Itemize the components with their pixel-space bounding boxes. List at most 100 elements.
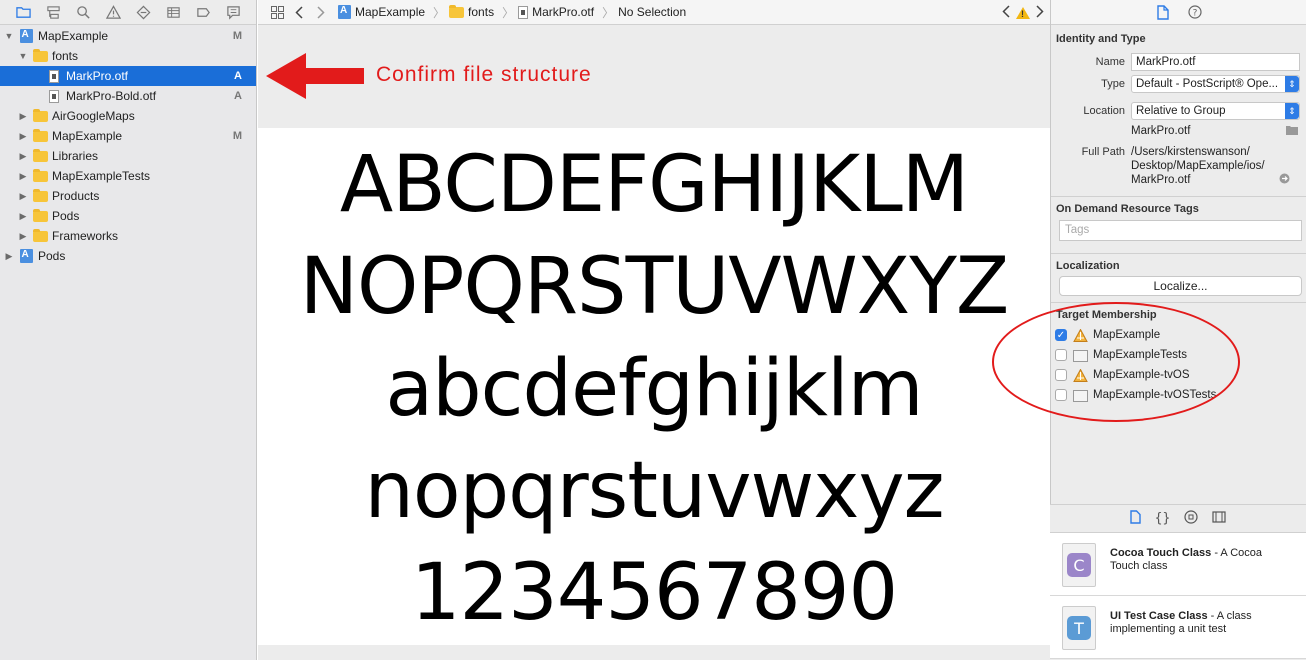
- project-icon: [18, 249, 34, 263]
- tree-row[interactable]: ▶ Pods: [0, 246, 256, 266]
- target-label: MapExample: [1093, 329, 1161, 341]
- file-inspector-icon[interactable]: [1155, 4, 1171, 20]
- chevron-right-icon[interactable]: [1036, 4, 1044, 21]
- tree-row[interactable]: ▶ Pods: [0, 206, 256, 226]
- related-items-icon[interactable]: [266, 5, 288, 19]
- target-list: ✓ MapExample MapExampleTests MapExample-tvO…: [1051, 325, 1306, 405]
- crumb-project[interactable]: MapExample: [338, 5, 425, 19]
- reveal-arrow-icon[interactable]: [1279, 173, 1290, 188]
- breakpoint-icon[interactable]: [188, 1, 218, 23]
- disclosure-closed-icon[interactable]: ▶: [18, 131, 28, 141]
- crumb-selection[interactable]: No Selection: [618, 5, 686, 19]
- name-label: Name: [1095, 56, 1125, 68]
- hierarchy-icon[interactable]: [38, 1, 68, 23]
- tree-row[interactable]: MarkPro-Bold.otf A: [0, 86, 256, 106]
- file-icon: [46, 69, 62, 83]
- red-arrow-icon: [266, 53, 364, 99]
- folder-icon[interactable]: [8, 1, 38, 23]
- app-target-icon: [1073, 367, 1088, 382]
- file-template-icon[interactable]: [1129, 510, 1141, 527]
- disclosure-closed-icon[interactable]: ▶: [18, 211, 28, 221]
- chevron-left-icon[interactable]: [1002, 4, 1010, 21]
- disclosure-closed-icon[interactable]: ▶: [18, 111, 28, 121]
- tree-row-label: MarkPro-Bold.otf: [66, 89, 157, 103]
- tree-row-label: Libraries: [52, 149, 99, 163]
- crumb-separator: 〉: [602, 5, 615, 20]
- preview-lowercase-2: nopqrstuvwxyz: [364, 446, 944, 536]
- tree-row[interactable]: ▶ AirGoogleMaps: [0, 106, 256, 126]
- template-letter: C: [1067, 553, 1091, 577]
- disclosure-closed-icon[interactable]: ▶: [4, 251, 14, 261]
- tree-row-label: MapExample: [52, 129, 123, 143]
- report-icon[interactable]: [218, 1, 248, 23]
- disclosure-open-icon[interactable]: ▼: [4, 31, 14, 41]
- target-checkbox[interactable]: [1055, 389, 1067, 401]
- target-checkbox[interactable]: [1055, 349, 1067, 361]
- library-item[interactable]: C Cocoa Touch Class - A Cocoa Touch class: [1050, 533, 1306, 596]
- library-item-description: UI Test Case Class - A class implementin…: [1110, 606, 1280, 636]
- preview-uppercase-1: ABCDEFGHIJKLM: [339, 140, 969, 230]
- location-popup[interactable]: Relative to Group ⇕: [1131, 102, 1300, 120]
- help-icon[interactable]: ?: [1187, 4, 1203, 20]
- tree-row[interactable]: MarkPro.otf A: [0, 66, 256, 86]
- tree-row[interactable]: ▶ Products: [0, 186, 256, 206]
- code-snippet-icon[interactable]: {}: [1155, 511, 1171, 526]
- target-row: MapExample-tvOSTests: [1051, 385, 1306, 405]
- disclosure-closed-icon[interactable]: ▶: [18, 231, 28, 241]
- folder-icon: [32, 148, 48, 163]
- editor-area: MapExample 〉 fonts 〉 MarkPro.otf 〉 No Se…: [258, 0, 1050, 660]
- location-file: MarkPro.otf: [1131, 125, 1191, 137]
- file-icon: [46, 89, 62, 103]
- tree-row[interactable]: ▶ MapExample M: [0, 126, 256, 146]
- disclosure-closed-icon[interactable]: ▶: [18, 171, 28, 181]
- tree-row[interactable]: ▼ MapExample M: [0, 26, 256, 46]
- crumb-folder[interactable]: fonts: [449, 4, 494, 19]
- preview-uppercase-2: NOPQRSTUVWXYZ: [299, 242, 1010, 332]
- folder-icon[interactable]: [1286, 124, 1298, 138]
- target-checkbox[interactable]: ✓: [1055, 329, 1067, 341]
- template-file-icon: T: [1062, 606, 1096, 650]
- localize-button[interactable]: Localize...: [1059, 276, 1302, 296]
- type-popup[interactable]: Default - PostScript® Ope... ⇕: [1131, 75, 1300, 93]
- back-button[interactable]: [288, 5, 310, 19]
- svg-text:?: ?: [1192, 9, 1197, 19]
- localization-header: Localization: [1056, 260, 1120, 272]
- type-row: Type Default - PostScript® Ope... ⇕: [1051, 73, 1306, 95]
- library-tabs: {}: [1050, 505, 1306, 533]
- tree-row-label: Pods: [38, 249, 66, 263]
- warning-icon[interactable]: [98, 1, 128, 23]
- warning-icon[interactable]: !: [1016, 6, 1030, 19]
- folder-icon: [32, 108, 48, 123]
- tree-row[interactable]: ▶ Frameworks: [0, 226, 256, 246]
- library-item[interactable]: T UI Test Case Class - A class implementi…: [1050, 596, 1306, 659]
- folder-icon: [32, 48, 48, 63]
- tree-row[interactable]: ▶ MapExampleTests: [0, 166, 256, 186]
- jump-bar: MapExample 〉 fonts 〉 MarkPro.otf 〉 No Se…: [258, 0, 1050, 25]
- chevron-updown-icon: ⇕: [1285, 103, 1299, 119]
- disclosure-closed-icon[interactable]: ▶: [18, 191, 28, 201]
- test-icon[interactable]: [128, 1, 158, 23]
- tree-row[interactable]: ▶ Libraries: [0, 146, 256, 166]
- name-field[interactable]: MarkPro.otf: [1131, 53, 1300, 71]
- fullpath-row: Full Path /Users/kirstenswanson/ Desktop…: [1051, 145, 1306, 187]
- inspector-tabs: ?: [1051, 0, 1306, 25]
- tags-input[interactable]: Tags: [1059, 220, 1302, 241]
- preview-lowercase-1: abcdefghijklm: [385, 344, 923, 434]
- disclosure-open-icon[interactable]: ▼: [18, 51, 28, 61]
- library-item-description: Cocoa Touch Class - A Cocoa Touch class: [1110, 543, 1280, 573]
- media-library-icon[interactable]: [1212, 511, 1226, 526]
- template-letter: T: [1067, 616, 1091, 640]
- debug-icon[interactable]: [158, 1, 188, 23]
- file-icon: [518, 5, 529, 19]
- disclosure-closed-icon[interactable]: ▶: [18, 151, 28, 161]
- object-library-icon[interactable]: [1184, 510, 1198, 527]
- search-icon[interactable]: [68, 1, 98, 23]
- crumb-file[interactable]: MarkPro.otf: [518, 5, 594, 19]
- tree-row[interactable]: ▼ fonts: [0, 46, 256, 66]
- target-checkbox[interactable]: [1055, 369, 1067, 381]
- folder-icon: [32, 208, 48, 223]
- scm-status-badge: M: [232, 130, 242, 142]
- forward-button[interactable]: [310, 5, 332, 19]
